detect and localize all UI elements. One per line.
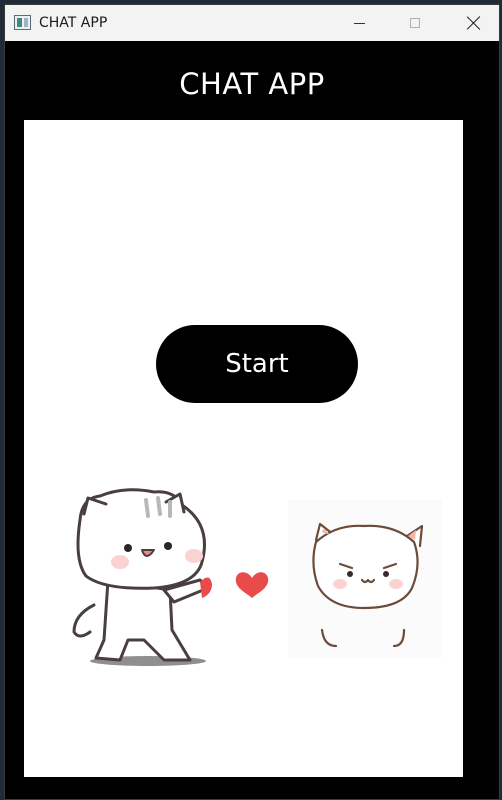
left-cat-image <box>72 488 212 666</box>
main-panel: Start <box>24 120 463 777</box>
maximize-icon <box>410 18 420 28</box>
heart-icon <box>235 572 269 598</box>
minimize-icon <box>353 22 365 24</box>
title-bar[interactable]: CHAT APP <box>5 5 499 41</box>
page-title: CHAT APP <box>179 67 325 101</box>
maximize-button[interactable] <box>392 5 438 41</box>
close-button[interactable] <box>451 5 497 41</box>
app-icon <box>14 15 31 30</box>
app-window: CHAT APP CHAT APP Start <box>4 4 500 800</box>
window-title: CHAT APP <box>39 15 108 31</box>
close-icon <box>467 16 481 30</box>
start-button[interactable]: Start <box>156 325 358 403</box>
minimize-button[interactable] <box>336 5 382 41</box>
right-cat-image <box>288 500 442 658</box>
cats-illustration <box>72 488 442 666</box>
